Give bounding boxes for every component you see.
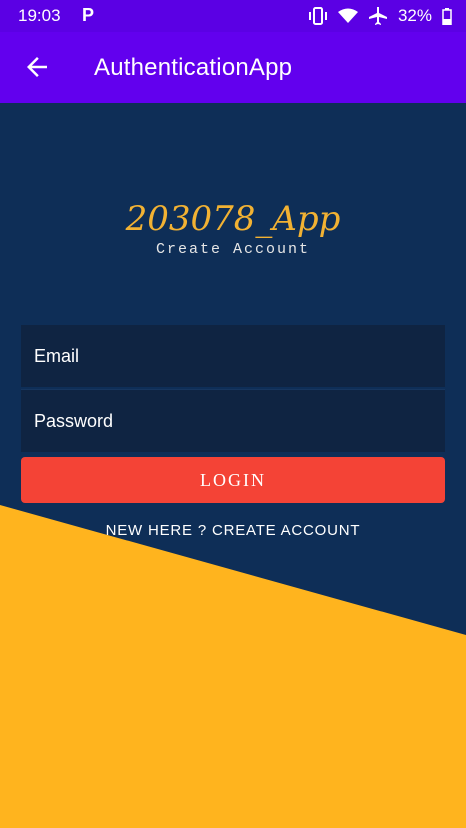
email-placeholder: Email xyxy=(34,346,80,366)
arrow-back-icon[interactable] xyxy=(22,52,52,82)
login-screen: 203078_App Create Account Email Password… xyxy=(0,103,466,828)
login-button[interactable]: LOGIN xyxy=(21,457,445,503)
screen-subtitle: Create Account xyxy=(155,241,311,258)
battery-percent: 32% xyxy=(397,6,432,25)
app-logo-text: 203078_App xyxy=(125,199,341,239)
status-bar: 19:03 P 32% xyxy=(0,0,466,32)
status-right-group: 32% xyxy=(308,6,452,26)
create-account-link[interactable]: NEW HERE ? CREATE ACCOUNT xyxy=(0,522,466,539)
status-time: 19:03 xyxy=(18,6,61,25)
notification-p-icon: P xyxy=(82,5,95,25)
app-bar: AuthenticationApp xyxy=(0,32,466,103)
app-title: AuthenticationApp xyxy=(94,54,293,81)
password-field[interactable]: Password xyxy=(21,389,445,452)
airplane-icon xyxy=(368,7,387,25)
battery-icon xyxy=(442,7,452,25)
vibrate-icon xyxy=(308,7,327,25)
wifi-icon xyxy=(337,8,358,23)
password-placeholder: Password xyxy=(34,411,114,431)
email-field[interactable]: Email xyxy=(21,325,445,387)
